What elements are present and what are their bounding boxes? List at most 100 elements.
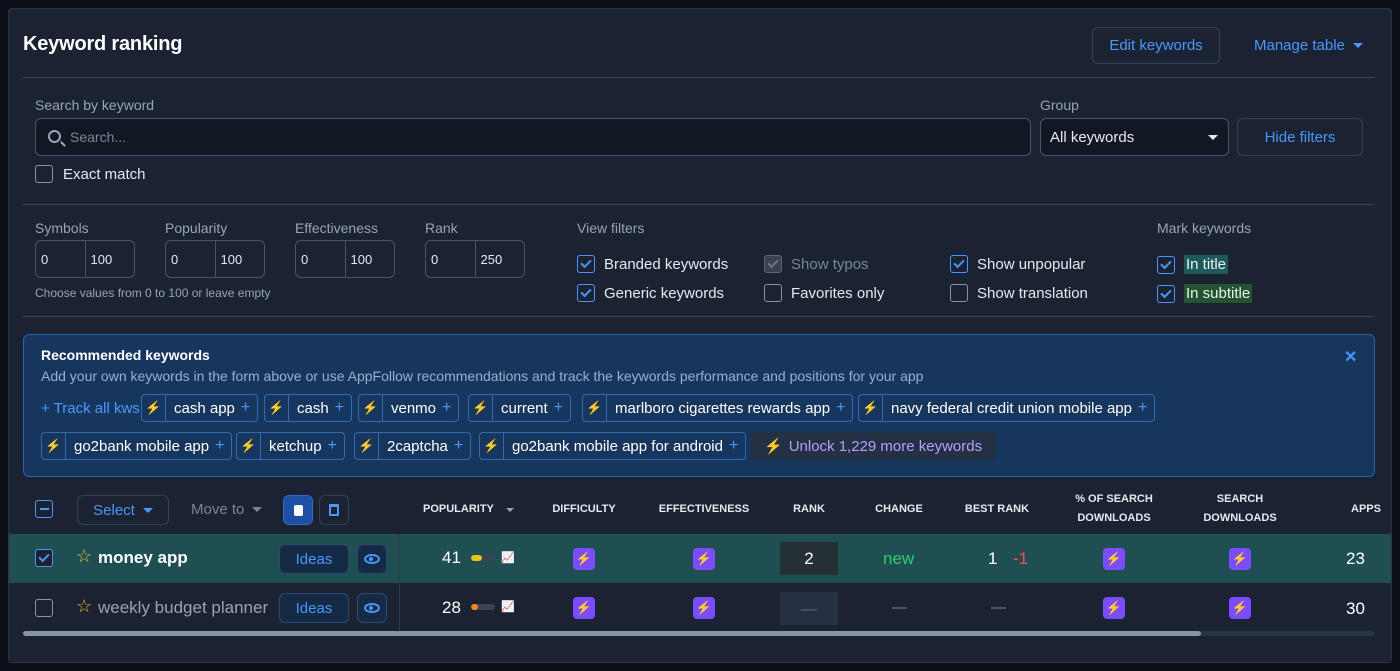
apps-value: 30 <box>1346 599 1365 618</box>
close-icon[interactable]: ✕ <box>1344 347 1357 367</box>
col-search-downloads[interactable]: SEARCH DOWNLOADS <box>1190 490 1290 528</box>
pct-search-locked-icon[interactable]: ⚡ <box>1103 597 1125 619</box>
effectiveness-min-input[interactable]: 0 <box>296 241 346 277</box>
scrollbar-thumb[interactable] <box>23 631 1201 636</box>
change-value: — <box>892 599 907 616</box>
favorites-only-checkbox[interactable] <box>764 284 782 302</box>
search-input[interactable]: Search... <box>35 118 1031 156</box>
keyword-chip[interactable]: ⚡ navy federal credit union mobile app + <box>858 394 1156 422</box>
keyword-chip[interactable]: ⚡ 2captcha + <box>354 432 472 460</box>
group-label: Group <box>1040 97 1079 113</box>
difficulty-locked-icon[interactable]: ⚡ <box>573 548 595 570</box>
in-title-checkbox[interactable] <box>1157 255 1175 274</box>
difficulty-locked-icon[interactable]: ⚡ <box>573 597 595 619</box>
branded-keywords-checkbox[interactable] <box>577 255 595 273</box>
ideas-button[interactable]: Ideas <box>279 593 349 623</box>
keyword-chip[interactable]: ⚡ ketchup + <box>236 432 345 460</box>
in-subtitle-checkbox[interactable] <box>1157 284 1175 303</box>
popularity-value: 28 <box>442 598 461 617</box>
col-best-rank[interactable]: BEST RANK <box>957 500 1037 519</box>
manage-table-dropdown[interactable]: Manage table <box>1254 37 1363 54</box>
rank-min-input[interactable]: 0 <box>426 241 476 277</box>
symbols-min-input[interactable]: 0 <box>36 241 86 277</box>
favorites-only-option[interactable]: Favorites only <box>764 284 884 302</box>
star-icon[interactable]: ☆ <box>76 596 92 617</box>
table-row[interactable]: ☆ weekly budget planner Ideas 28 📈 ⚡ ⚡ —… <box>9 584 1391 633</box>
keyword-chip[interactable]: ⚡ marlboro cigarettes rewards app + <box>582 394 854 422</box>
in-title-option[interactable]: In title <box>1157 255 1229 274</box>
effectiveness-range[interactable]: 0 100 <box>295 240 395 278</box>
col-difficulty[interactable]: DIFFICULTY <box>539 500 629 519</box>
col-effectiveness[interactable]: EFFECTIVENESS <box>654 500 754 519</box>
page-title: Keyword ranking <box>23 33 183 55</box>
divider <box>23 77 1375 78</box>
recommended-keywords-box: Recommended keywords Add your own keywor… <box>23 334 1375 477</box>
row-checkbox[interactable] <box>35 599 53 617</box>
popularity-min-input[interactable]: 0 <box>166 241 216 277</box>
keyword-chip[interactable]: ⚡ cash + <box>264 394 353 422</box>
show-typos-option[interactable]: Show typos <box>764 255 869 273</box>
branded-keywords-option[interactable]: Branded keywords <box>577 255 728 273</box>
favorites-only-label: Favorites only <box>791 284 885 302</box>
generic-keywords-checkbox[interactable] <box>577 284 595 302</box>
symbols-range[interactable]: 0 100 <box>35 240 135 278</box>
move-to-dropdown[interactable]: Move to <box>191 501 263 518</box>
show-unpopular-checkbox[interactable] <box>950 255 968 273</box>
copy-button[interactable] <box>283 495 313 525</box>
search-downloads-locked-icon[interactable]: ⚡ <box>1229 597 1251 619</box>
delete-button[interactable] <box>319 495 349 525</box>
col-popularity[interactable]: POPULARITY <box>423 500 514 519</box>
row-checkbox[interactable] <box>35 549 53 567</box>
show-translation-checkbox[interactable] <box>950 284 968 302</box>
popularity-range[interactable]: 0 100 <box>165 240 265 278</box>
keyword-chip[interactable]: ⚡ venmo + <box>358 394 460 422</box>
select-all-checkbox[interactable] <box>35 500 53 518</box>
track-all-button[interactable]: + Track all kws <box>41 400 140 417</box>
table-row[interactable]: ☆ money app Ideas 41 📈 ⚡ ⚡ 2 new 1 -1 ⚡ … <box>9 534 1391 583</box>
symbols-max-input[interactable]: 100 <box>86 241 135 277</box>
edit-keywords-button[interactable]: Edit keywords <box>1092 27 1220 64</box>
col-apps[interactable]: APPS <box>1351 500 1391 519</box>
hide-filters-button[interactable]: Hide filters <box>1237 118 1363 156</box>
keyword-chip[interactable]: ⚡ go2bank mobile app for android + <box>479 432 747 460</box>
effectiveness-locked-icon[interactable]: ⚡ <box>693 597 715 619</box>
popularity-label: Popularity <box>165 220 228 236</box>
in-subtitle-option[interactable]: In subtitle <box>1157 284 1253 303</box>
divider <box>23 204 1375 205</box>
col-change[interactable]: CHANGE <box>864 500 934 519</box>
col-pct-search-downloads[interactable]: % OF SEARCH DOWNLOADS <box>1064 490 1164 528</box>
chevron-down-icon <box>142 507 153 513</box>
plus-icon: + <box>836 399 846 416</box>
popularity-max-input[interactable]: 100 <box>216 241 265 277</box>
rank-max-input[interactable]: 250 <box>476 241 525 277</box>
show-typos-checkbox[interactable] <box>764 255 782 273</box>
rank-range[interactable]: 0 250 <box>425 240 525 278</box>
effectiveness-locked-icon[interactable]: ⚡ <box>693 548 715 570</box>
show-unpopular-option[interactable]: Show unpopular <box>950 255 1085 273</box>
keyword-chip[interactable]: ⚡ go2bank mobile app + <box>41 432 233 460</box>
show-translation-option[interactable]: Show translation <box>950 284 1088 302</box>
star-icon[interactable]: ☆ <box>76 546 92 567</box>
eye-button[interactable] <box>357 593 387 623</box>
select-dropdown[interactable]: Select <box>77 495 169 525</box>
exact-match-checkbox[interactable] <box>35 165 53 183</box>
group-select[interactable]: All keywords <box>1040 118 1229 156</box>
search-downloads-locked-icon[interactable]: ⚡ <box>1229 548 1251 570</box>
trend-icon[interactable]: 📈 <box>501 600 515 613</box>
eye-button[interactable] <box>357 544 387 574</box>
keyword-chip[interactable]: ⚡ cash app + <box>141 394 259 422</box>
ideas-button[interactable]: Ideas <box>279 544 349 574</box>
horizontal-scrollbar[interactable] <box>23 631 1375 636</box>
check-icon <box>953 256 965 269</box>
unlock-more-button[interactable]: ⚡ Unlock 1,229 more keywords <box>750 432 997 460</box>
keyword-chip[interactable]: ⚡ current + <box>468 394 572 422</box>
plus-icon: + <box>327 437 337 454</box>
in-subtitle-label: In subtitle <box>1184 284 1253 303</box>
trend-icon[interactable]: 📈 <box>501 551 515 564</box>
best-rank-value: 1 <box>988 549 998 568</box>
pct-search-locked-icon[interactable]: ⚡ <box>1103 548 1125 570</box>
exact-match-option[interactable]: Exact match <box>35 165 146 183</box>
generic-keywords-option[interactable]: Generic keywords <box>577 284 724 302</box>
col-rank[interactable]: RANK <box>779 500 839 519</box>
effectiveness-max-input[interactable]: 100 <box>346 241 395 277</box>
